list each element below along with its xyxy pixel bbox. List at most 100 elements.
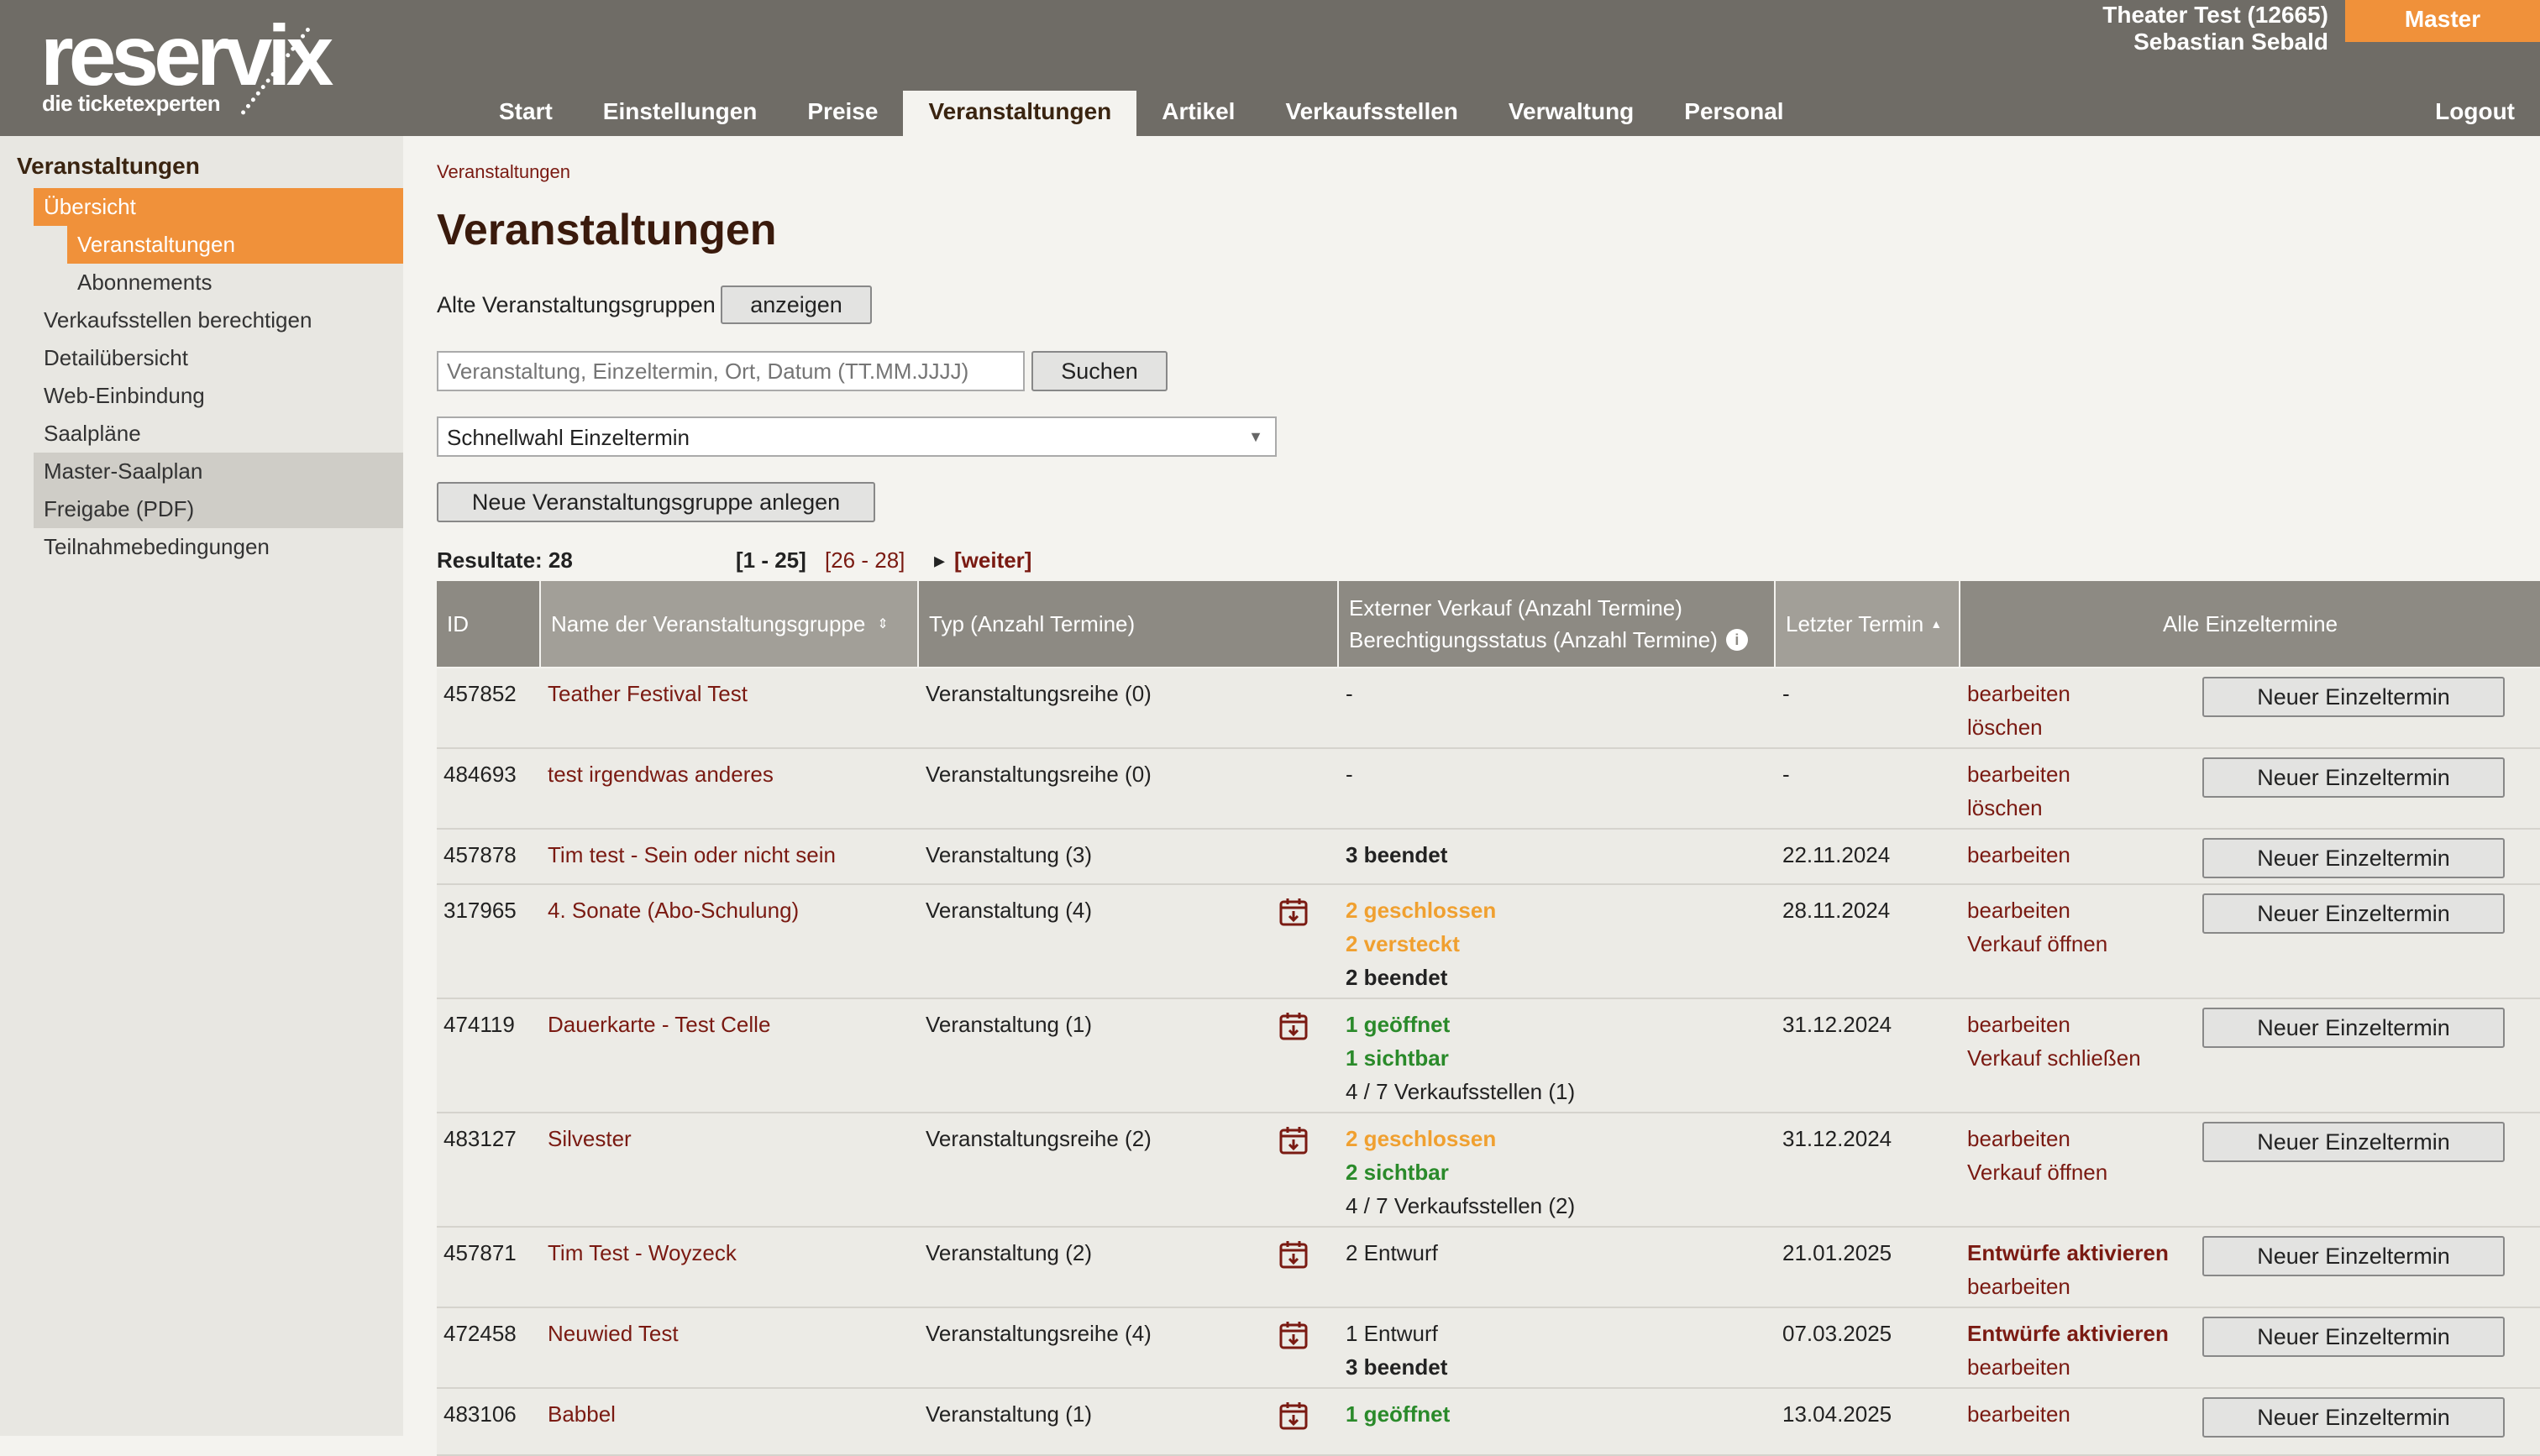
event-group-name-link[interactable]: Tim test - Sein oder nicht sein — [548, 838, 836, 872]
row-action-link[interactable]: Verkauf öffnen — [1967, 927, 2107, 961]
row-status-line: 3 beendet — [1346, 842, 1448, 867]
sidebar-item-teilnahmebedingungen[interactable]: Teilnahmebedingungen — [34, 528, 403, 566]
sidebar-item-detailuebersicht[interactable]: Detailübersicht — [34, 339, 403, 377]
col-id[interactable]: ID — [437, 581, 541, 667]
row-action-link[interactable]: bearbeiten — [1967, 893, 2070, 927]
event-group-name-link[interactable]: Neuwied Test — [548, 1317, 679, 1350]
calendar-download-icon[interactable] — [1278, 1320, 1309, 1350]
row-action-link[interactable]: bearbeiten — [1967, 838, 2070, 872]
col-type[interactable]: Typ (Anzahl Termine) — [919, 581, 1339, 667]
row-status-line: 1 sichtbar — [1346, 1045, 1449, 1071]
pager-next-page[interactable]: [26 - 28] — [825, 547, 905, 573]
sidebar-item-verkaufsstellen-berechtigen[interactable]: Verkaufsstellen berechtigen — [34, 301, 403, 339]
tab-einstellungen[interactable]: Einstellungen — [578, 91, 783, 136]
row-action-link[interactable]: Entwürfe aktivieren — [1967, 1236, 2169, 1270]
table-row: 483106 Babbel Veranstaltung (1) 13.04.2025 1… — [437, 1389, 2540, 1456]
new-termin-button[interactable]: Neuer Einzeltermin — [2202, 677, 2505, 717]
row-status-line: 2 beendet — [1346, 965, 1448, 990]
sidebar: Veranstaltungen Übersicht Veranstaltunge… — [0, 136, 403, 1436]
new-termin-button[interactable]: Neuer Einzeltermin — [2202, 1317, 2505, 1357]
row-type: Veranstaltung (1) — [926, 1012, 1093, 1037]
sidebar-title[interactable]: Veranstaltungen — [17, 153, 200, 180]
logout-link[interactable]: Logout — [2435, 91, 2515, 136]
calendar-download-icon[interactable] — [1278, 1239, 1309, 1270]
master-button[interactable]: Master — [2345, 0, 2540, 42]
row-status-line: 3 beendet — [1346, 1354, 1448, 1380]
row-action-link[interactable]: löschen — [1967, 791, 2043, 825]
new-termin-button[interactable]: Neuer Einzeltermin — [2202, 1008, 2505, 1048]
new-termin-button[interactable]: Neuer Einzeltermin — [2202, 1122, 2505, 1162]
new-group-button[interactable]: Neue Veranstaltungsgruppe anlegen — [437, 482, 875, 522]
row-status-line: 1 Entwurf — [1346, 1321, 1438, 1346]
row-action-link[interactable]: bearbeiten — [1967, 677, 2070, 710]
new-termin-button[interactable]: Neuer Einzeltermin — [2202, 757, 2505, 798]
main-nav: Start Einstellungen Preise Veranstaltung… — [474, 91, 1809, 136]
row-action-link[interactable]: bearbeiten — [1967, 1008, 2070, 1041]
reservix-logo[interactable]: reservix die ticketexperten — [40, 13, 343, 118]
quick-select-value: Schnellwahl Einzeltermin — [447, 425, 690, 450]
event-group-name-link[interactable]: Dauerkarte - Test Celle — [548, 1008, 770, 1041]
info-icon[interactable]: i — [1725, 629, 1748, 651]
row-last-termin: - — [1782, 762, 1790, 787]
triangle-right-icon: ▸ — [934, 547, 946, 573]
row-last-termin: - — [1782, 681, 1790, 706]
search-button[interactable]: Suchen — [1031, 351, 1168, 391]
row-type: Veranstaltungsreihe (4) — [926, 1321, 1152, 1346]
calendar-download-icon[interactable] — [1278, 897, 1309, 927]
row-action-link[interactable]: löschen — [1967, 710, 2043, 744]
tab-start[interactable]: Start — [474, 91, 578, 136]
row-action-link[interactable]: bearbeiten — [1967, 1270, 2070, 1303]
pager-weiter[interactable]: [weiter] — [954, 547, 1031, 573]
row-action-link[interactable]: Verkauf öffnen — [1967, 1155, 2107, 1189]
sidebar-item-abonnements[interactable]: Abonnements — [67, 264, 403, 301]
tab-veranstaltungen[interactable]: Veranstaltungen — [903, 91, 1137, 136]
row-status-line: - — [1346, 762, 1353, 787]
tab-artikel[interactable]: Artikel — [1136, 91, 1260, 136]
sidebar-item-saalplaene[interactable]: Saalpläne — [34, 415, 403, 453]
col-name-label: Name der Veranstaltungsgruppe — [551, 610, 866, 636]
col-external[interactable]: Externer Verkauf (Anzahl Termine) Berech… — [1339, 581, 1776, 667]
row-id: 457852 — [443, 681, 517, 706]
row-last-termin: 07.03.2025 — [1782, 1321, 1892, 1346]
table-row: 483127 Silvester Veranstaltungsreihe (2) 31… — [437, 1113, 2540, 1228]
row-action-link[interactable]: bearbeiten — [1967, 757, 2070, 791]
event-group-name-link[interactable]: 4. Sonate (Abo-Schulung) — [548, 893, 799, 927]
table-row: 484693 test irgendwas anderes Veranstaltun… — [437, 749, 2540, 830]
row-action-link[interactable]: Verkauf schließen — [1967, 1041, 2141, 1075]
event-group-name-link[interactable]: Tim Test - Woyzeck — [548, 1236, 737, 1270]
event-group-name-link[interactable]: Teather Festival Test — [548, 677, 748, 710]
table-row: 457871 Tim Test - Woyzeck Veranstaltung (2… — [437, 1228, 2540, 1308]
new-termin-button[interactable]: Neuer Einzeltermin — [2202, 838, 2505, 878]
row-type: Veranstaltungsreihe (0) — [926, 762, 1152, 787]
sidebar-item-master-saalplan[interactable]: Master-Saalplan — [34, 453, 403, 490]
calendar-download-icon[interactable] — [1278, 1011, 1309, 1041]
row-action-link[interactable]: Entwürfe aktivieren — [1967, 1317, 2169, 1350]
calendar-download-icon[interactable] — [1278, 1401, 1309, 1431]
col-last-termin[interactable]: Letzter Termin ▲ — [1776, 581, 1960, 667]
sidebar-item-freigabe-pdf[interactable]: Freigabe (PDF) — [34, 490, 403, 528]
sidebar-item-veranstaltungen[interactable]: Veranstaltungen — [67, 226, 403, 264]
sidebar-item-web-einbindung[interactable]: Web-Einbindung — [34, 377, 403, 415]
new-termin-button[interactable]: Neuer Einzeltermin — [2202, 1236, 2505, 1276]
sidebar-item-uebersicht[interactable]: Übersicht — [34, 188, 403, 226]
quick-select-dropdown[interactable]: Schnellwahl Einzeltermin ▼ — [437, 416, 1277, 457]
event-group-name-link[interactable]: Babbel — [548, 1397, 616, 1431]
new-termin-button[interactable]: Neuer Einzeltermin — [2202, 1397, 2505, 1438]
row-action-link[interactable]: bearbeiten — [1967, 1122, 2070, 1155]
row-status-line: 2 geschlossen — [1346, 898, 1497, 923]
tab-verwaltung[interactable]: Verwaltung — [1483, 91, 1659, 136]
tab-personal[interactable]: Personal — [1659, 91, 1808, 136]
calendar-download-icon[interactable] — [1278, 1125, 1309, 1155]
breadcrumb[interactable]: Veranstaltungen — [437, 161, 570, 183]
search-input[interactable] — [437, 351, 1025, 391]
tab-verkaufsstellen[interactable]: Verkaufsstellen — [1260, 91, 1483, 136]
row-action-link[interactable]: bearbeiten — [1967, 1350, 2070, 1384]
tab-preise[interactable]: Preise — [782, 91, 903, 136]
new-termin-button[interactable]: Neuer Einzeltermin — [2202, 893, 2505, 934]
event-group-name-link[interactable]: test irgendwas anderes — [548, 757, 774, 791]
row-action-link[interactable]: bearbeiten — [1967, 1397, 2070, 1431]
show-old-groups-button[interactable]: anzeigen — [721, 285, 872, 324]
event-group-name-link[interactable]: Silvester — [548, 1122, 632, 1155]
col-name[interactable]: Name der Veranstaltungsgruppe ⇕ — [541, 581, 919, 667]
row-id: 457878 — [443, 842, 517, 867]
